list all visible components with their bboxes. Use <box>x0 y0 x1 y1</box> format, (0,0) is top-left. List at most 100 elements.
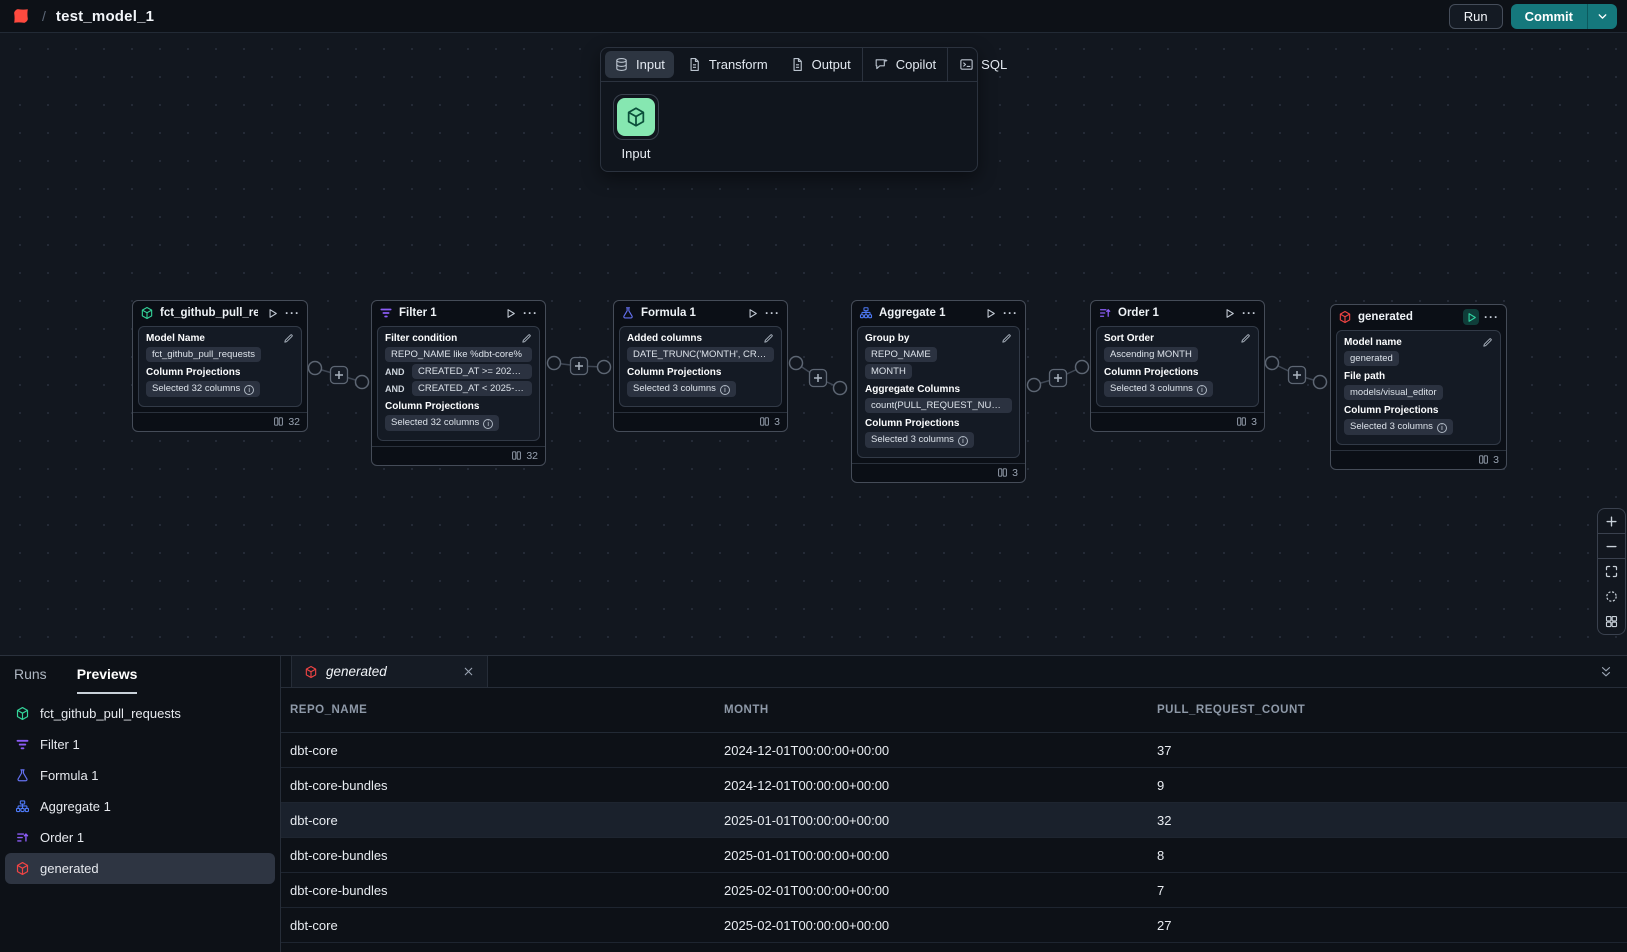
locate-button[interactable] <box>1598 584 1625 609</box>
field-label: Column Projections <box>627 367 774 378</box>
node-play-button[interactable] <box>744 305 760 321</box>
node-play-button[interactable] <box>982 305 998 321</box>
collapse-panel-button[interactable] <box>1599 665 1613 679</box>
node-title: Formula 1 <box>641 307 738 319</box>
value-chip: REPO_NAME <box>865 347 937 362</box>
edit-icon[interactable] <box>1482 337 1493 348</box>
tab-output[interactable]: Output <box>779 48 862 81</box>
node-play-button[interactable] <box>1463 309 1479 325</box>
palette-input-item[interactable]: Input <box>613 94 659 161</box>
info-icon: i <box>1437 423 1447 433</box>
tab-previews[interactable]: Previews <box>77 666 138 694</box>
list-item-fct-github-pull-requests[interactable]: fct_github_pull_requests <box>5 698 275 729</box>
tab-input[interactable]: Input <box>605 51 674 78</box>
field-label: Aggregate Columns <box>865 384 1012 395</box>
grid-view-button[interactable] <box>1598 609 1625 634</box>
node-config-card[interactable]: Added columns DATE_TRUNC('MONTH', CREATE… <box>619 326 782 407</box>
field-label: Filter condition <box>385 333 532 344</box>
sort-icon <box>1098 306 1112 320</box>
field-label: Model Name <box>146 333 294 344</box>
run-button[interactable]: Run <box>1449 4 1503 29</box>
fit-view-icon <box>1604 564 1619 579</box>
node-aggregate-1[interactable]: Aggregate 1 ··· Group by REPO_NAME MONTH… <box>851 300 1026 483</box>
node-menu-button[interactable]: ··· <box>1484 313 1499 321</box>
commit-dropdown-button[interactable] <box>1587 4 1617 29</box>
fit-view-button[interactable] <box>1598 559 1625 584</box>
node-generated[interactable]: generated ··· Model name generated File … <box>1330 304 1507 470</box>
node-config-card[interactable]: Model name generated File path models/vi… <box>1336 330 1501 445</box>
table-row-highlighted[interactable]: dbt-core 2025-01-01T00:00:00+00:00 32 <box>281 803 1627 838</box>
tab-sql[interactable]: SQL <box>947 48 1018 81</box>
edit-icon[interactable] <box>521 333 532 344</box>
node-menu-button[interactable]: ··· <box>523 309 538 317</box>
edit-icon[interactable] <box>1001 333 1012 344</box>
tab-transform-label: Transform <box>709 57 768 72</box>
cell-repo-name: dbt-core-bundles <box>290 883 724 898</box>
commit-button[interactable]: Commit <box>1511 4 1587 29</box>
list-item-label: Order 1 <box>40 830 84 845</box>
columns-icon <box>1236 416 1247 427</box>
node-menu-button[interactable]: ··· <box>1003 309 1018 317</box>
node-menu-button[interactable]: ··· <box>285 309 300 317</box>
value-chip: Selected 3 columnsi <box>865 432 974 448</box>
info-icon: i <box>1197 385 1207 395</box>
node-config-card[interactable]: Sort Order Ascending MONTH Column Projec… <box>1096 326 1259 407</box>
breadcrumb-separator: / <box>42 8 46 24</box>
zoom-in-button[interactable] <box>1598 509 1625 534</box>
value-chip: DATE_TRUNC('MONTH', CREATED_AT... <box>627 347 774 362</box>
zoom-out-button[interactable] <box>1598 534 1625 559</box>
column-header-repo-name[interactable]: REPO_NAME <box>290 704 724 716</box>
node-config-card[interactable]: Model Name fct_github_pull_requests Colu… <box>138 326 302 407</box>
node-config-card[interactable]: Group by REPO_NAME MONTH Aggregate Colum… <box>857 326 1020 458</box>
preview-tab-bar: generated <box>281 656 1627 688</box>
tab-input-label: Input <box>636 57 665 72</box>
file-icon <box>687 57 702 72</box>
list-item-order-1[interactable]: Order 1 <box>5 822 275 853</box>
node-order-1[interactable]: Order 1 ··· Sort Order Ascending MONTH C… <box>1090 300 1265 432</box>
cell-repo-name: dbt-core <box>290 918 724 933</box>
dag-canvas[interactable]: Input Transform Output Copilot SQL <box>0 33 1627 655</box>
node-play-button[interactable] <box>264 305 280 321</box>
table-row[interactable]: dbt-core-bundles 2025-02-01T00:00:00+00:… <box>281 873 1627 908</box>
edit-icon[interactable] <box>763 333 774 344</box>
table-row[interactable]: dbt-core 2025-02-01T00:00:00+00:00 27 <box>281 908 1627 943</box>
table-row[interactable]: dbt-core-bundles 2025-01-01T00:00:00+00:… <box>281 838 1627 873</box>
column-header-pull-request-count[interactable]: PULL_REQUEST_COUNT <box>1157 704 1627 716</box>
node-menu-button[interactable]: ··· <box>765 309 780 317</box>
node-filter-1[interactable]: Filter 1 ··· Filter condition REPO_NAME … <box>371 300 546 466</box>
tab-runs[interactable]: Runs <box>14 666 47 694</box>
column-count: 3 <box>774 416 780 428</box>
node-play-button[interactable] <box>1221 305 1237 321</box>
node-play-button[interactable] <box>502 305 518 321</box>
list-item-filter-1[interactable]: Filter 1 <box>5 729 275 760</box>
cube-icon <box>1338 310 1352 324</box>
tab-transform[interactable]: Transform <box>676 48 779 81</box>
tab-copilot[interactable]: Copilot <box>862 48 947 81</box>
cell-repo-name: dbt-core-bundles <box>290 848 724 863</box>
column-header-month[interactable]: MONTH <box>724 704 1157 716</box>
table-header: REPO_NAME MONTH PULL_REQUEST_COUNT <box>281 688 1627 733</box>
node-fct-github-pull-requests[interactable]: fct_github_pull_requests ··· Model Name … <box>132 300 308 432</box>
table-row[interactable]: dbt-core 2024-12-01T00:00:00+00:00 37 <box>281 733 1627 768</box>
cell-pull-request-count: 8 <box>1157 848 1627 863</box>
node-menu-button[interactable]: ··· <box>1242 309 1257 317</box>
list-item-aggregate-1[interactable]: Aggregate 1 <box>5 791 275 822</box>
table-row[interactable]: dbt-core-bundles 2024-12-01T00:00:00+00:… <box>281 768 1627 803</box>
column-count: 3 <box>1493 454 1499 466</box>
preview-tab-generated[interactable]: generated <box>291 656 488 687</box>
cell-pull-request-count: 32 <box>1157 813 1627 828</box>
node-title: generated <box>1358 311 1457 323</box>
cell-repo-name: dbt-core-bundles <box>290 778 724 793</box>
columns-icon <box>273 416 284 427</box>
plus-icon <box>1604 514 1619 529</box>
node-config-card[interactable]: Filter condition REPO_NAME like %dbt-cor… <box>377 326 540 441</box>
list-item-label: fct_github_pull_requests <box>40 706 181 721</box>
close-tab-button[interactable] <box>462 665 475 678</box>
edit-icon[interactable] <box>1240 333 1251 344</box>
node-formula-1[interactable]: Formula 1 ··· Added columns DATE_TRUNC('… <box>613 300 788 432</box>
info-icon: i <box>958 436 968 446</box>
column-count: 32 <box>526 450 538 462</box>
edit-icon[interactable] <box>283 333 294 344</box>
list-item-generated[interactable]: generated <box>5 853 275 884</box>
list-item-formula-1[interactable]: Formula 1 <box>5 760 275 791</box>
